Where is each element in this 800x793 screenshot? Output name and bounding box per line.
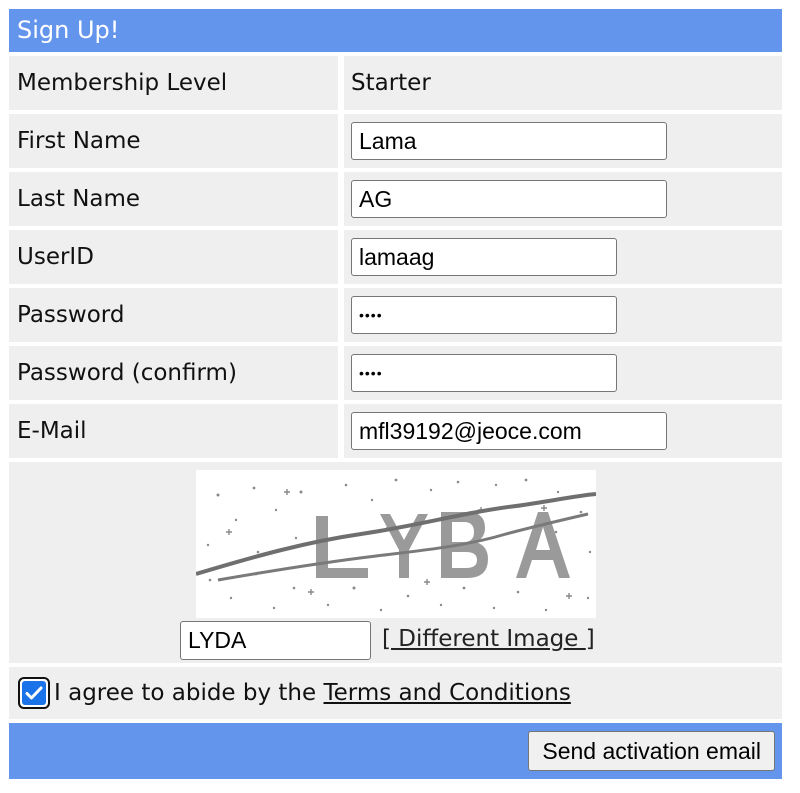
last-name-input[interactable] [351, 180, 667, 218]
checkmark-icon [25, 686, 43, 700]
first-name-row: First Name [9, 114, 782, 168]
password-input[interactable] [351, 296, 617, 334]
different-image-label: Different Image [390, 626, 586, 652]
membership-level-value: Starter [351, 70, 431, 96]
password-row: Password [9, 288, 782, 342]
password-confirm-row: Password (confirm) [9, 346, 782, 400]
captcha-input[interactable] [180, 621, 371, 660]
membership-level-row: Membership Level Starter [9, 56, 782, 110]
terms-link[interactable]: Terms and Conditions [323, 680, 570, 706]
different-image-close: ] [585, 626, 595, 652]
first-name-input[interactable] [351, 122, 667, 160]
different-image-link[interactable]: [ Different Image ] [382, 626, 595, 652]
agree-checkbox[interactable] [18, 677, 50, 709]
userid-row: UserID [9, 230, 782, 284]
email-row: E-Mail [9, 404, 782, 458]
last-name-label: Last Name [9, 172, 338, 226]
userid-input[interactable] [351, 238, 617, 276]
userid-label: UserID [9, 230, 338, 284]
form-footer: Send activation email [9, 723, 782, 779]
send-activation-email-button[interactable]: Send activation email [528, 731, 775, 771]
password-confirm-input[interactable] [351, 354, 617, 392]
email-label: E-Mail [9, 404, 338, 458]
terms-row: I agree to abide by the Terms and Condit… [9, 667, 782, 719]
form-header: Sign Up! [9, 9, 782, 52]
email-input[interactable] [351, 412, 667, 450]
password-label: Password [9, 288, 338, 342]
agree-text: I agree to abide by the Terms and Condit… [54, 680, 571, 706]
password-confirm-label: Password (confirm) [9, 346, 338, 400]
different-image-open: [ [382, 626, 391, 652]
captcha-image [195, 470, 597, 618]
agree-label: I agree to abide by the [54, 680, 324, 706]
membership-level-label: Membership Level [9, 56, 338, 110]
signup-form: Sign Up! Membership Level Starter First … [9, 9, 782, 779]
first-name-label: First Name [9, 114, 338, 168]
last-name-row: Last Name [9, 172, 782, 226]
captcha-row: [ Different Image ] [9, 462, 782, 663]
